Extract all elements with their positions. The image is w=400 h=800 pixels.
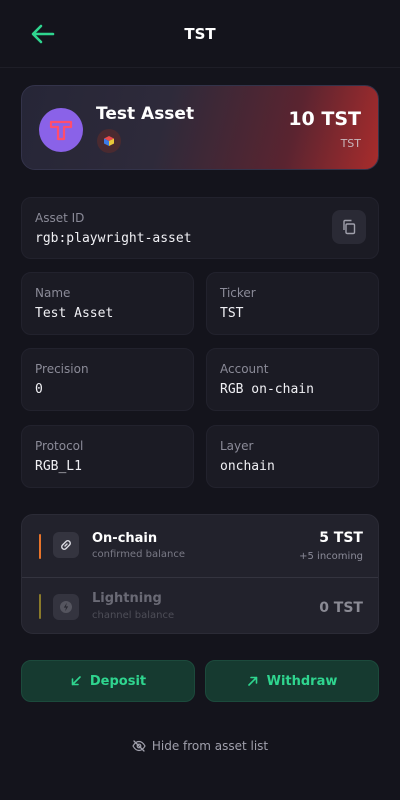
- name-box: Name Test Asset: [21, 272, 194, 335]
- ticker-label: Ticker: [220, 286, 256, 300]
- arrow-left-icon: [31, 24, 55, 44]
- onchain-title: On-chain: [92, 531, 158, 546]
- onchain-subtitle: confirmed balance: [92, 549, 185, 560]
- protocol-label: Protocol: [35, 439, 84, 453]
- lightning-accent-bar: [39, 594, 41, 619]
- asset-name: Test Asset: [96, 104, 195, 124]
- name-label: Name: [35, 286, 71, 300]
- asset-total-amount: 10 TST: [288, 108, 361, 130]
- layer-label: Layer: [220, 439, 254, 453]
- deposit-button[interactable]: Deposit: [21, 660, 195, 702]
- eye-off-icon: [132, 740, 146, 752]
- layer-box: Layer onchain: [206, 425, 379, 488]
- asset-logo: [39, 108, 83, 152]
- asset-summary-card: Test Asset 10 TST TST: [21, 85, 379, 170]
- arrow-up-right-icon: [247, 676, 257, 686]
- lightning-balance-row: Lightning channel balance 0 TST: [22, 578, 378, 633]
- arrow-down-left-icon: [71, 676, 81, 686]
- ticker-box: Ticker TST: [206, 272, 379, 335]
- withdraw-label: Withdraw: [266, 673, 338, 689]
- copy-icon: [343, 219, 356, 235]
- precision-value: 0: [35, 382, 43, 397]
- hide-from-list-link[interactable]: Hide from asset list: [0, 736, 400, 756]
- lightning-icon-box: [53, 594, 79, 620]
- deposit-label: Deposit: [89, 673, 147, 689]
- protocol-box: Protocol RGB_L1: [21, 425, 194, 488]
- precision-label: Precision: [35, 362, 89, 376]
- lightning-amount: 0 TST: [319, 600, 363, 616]
- asset-ticker: TST: [340, 137, 361, 150]
- asset-id-label: Asset ID: [35, 211, 85, 225]
- hide-label: Hide from asset list: [151, 739, 269, 753]
- onchain-amount: 5 TST: [319, 530, 363, 546]
- page-title: TST: [184, 24, 216, 43]
- asset-id-box: Asset ID rgb:playwright-asset: [21, 197, 379, 259]
- asset-logo-icon: [49, 120, 73, 141]
- account-label: Account: [220, 362, 269, 376]
- precision-box: Precision 0: [21, 348, 194, 411]
- asset-id-value: rgb:playwright-asset: [35, 231, 192, 246]
- balances-card: On-chain confirmed balance 5 TST +5 inco…: [21, 514, 379, 634]
- ticker-value: TST: [220, 306, 244, 321]
- account-box: Account RGB on-chain: [206, 348, 379, 411]
- protocol-value: RGB_L1: [35, 459, 82, 474]
- onchain-accent-bar: [39, 534, 41, 559]
- chain-badge: [97, 129, 121, 153]
- withdraw-button[interactable]: Withdraw: [205, 660, 379, 702]
- lightning-icon: [60, 601, 72, 613]
- onchain-balance-row: On-chain confirmed balance 5 TST +5 inco…: [22, 515, 378, 575]
- back-button[interactable]: [30, 22, 56, 46]
- cube-icon: [104, 136, 114, 146]
- app-header: TST: [0, 0, 400, 68]
- lightning-title: Lightning: [92, 591, 162, 606]
- layer-value: onchain: [220, 459, 275, 474]
- account-value: RGB on-chain: [220, 382, 314, 397]
- onchain-incoming: +5 incoming: [299, 551, 363, 562]
- name-value: Test Asset: [35, 306, 114, 321]
- link-icon: [61, 540, 71, 550]
- copy-asset-id-button[interactable]: [332, 210, 366, 244]
- lightning-subtitle: channel balance: [92, 610, 175, 621]
- onchain-icon-box: [53, 532, 79, 558]
